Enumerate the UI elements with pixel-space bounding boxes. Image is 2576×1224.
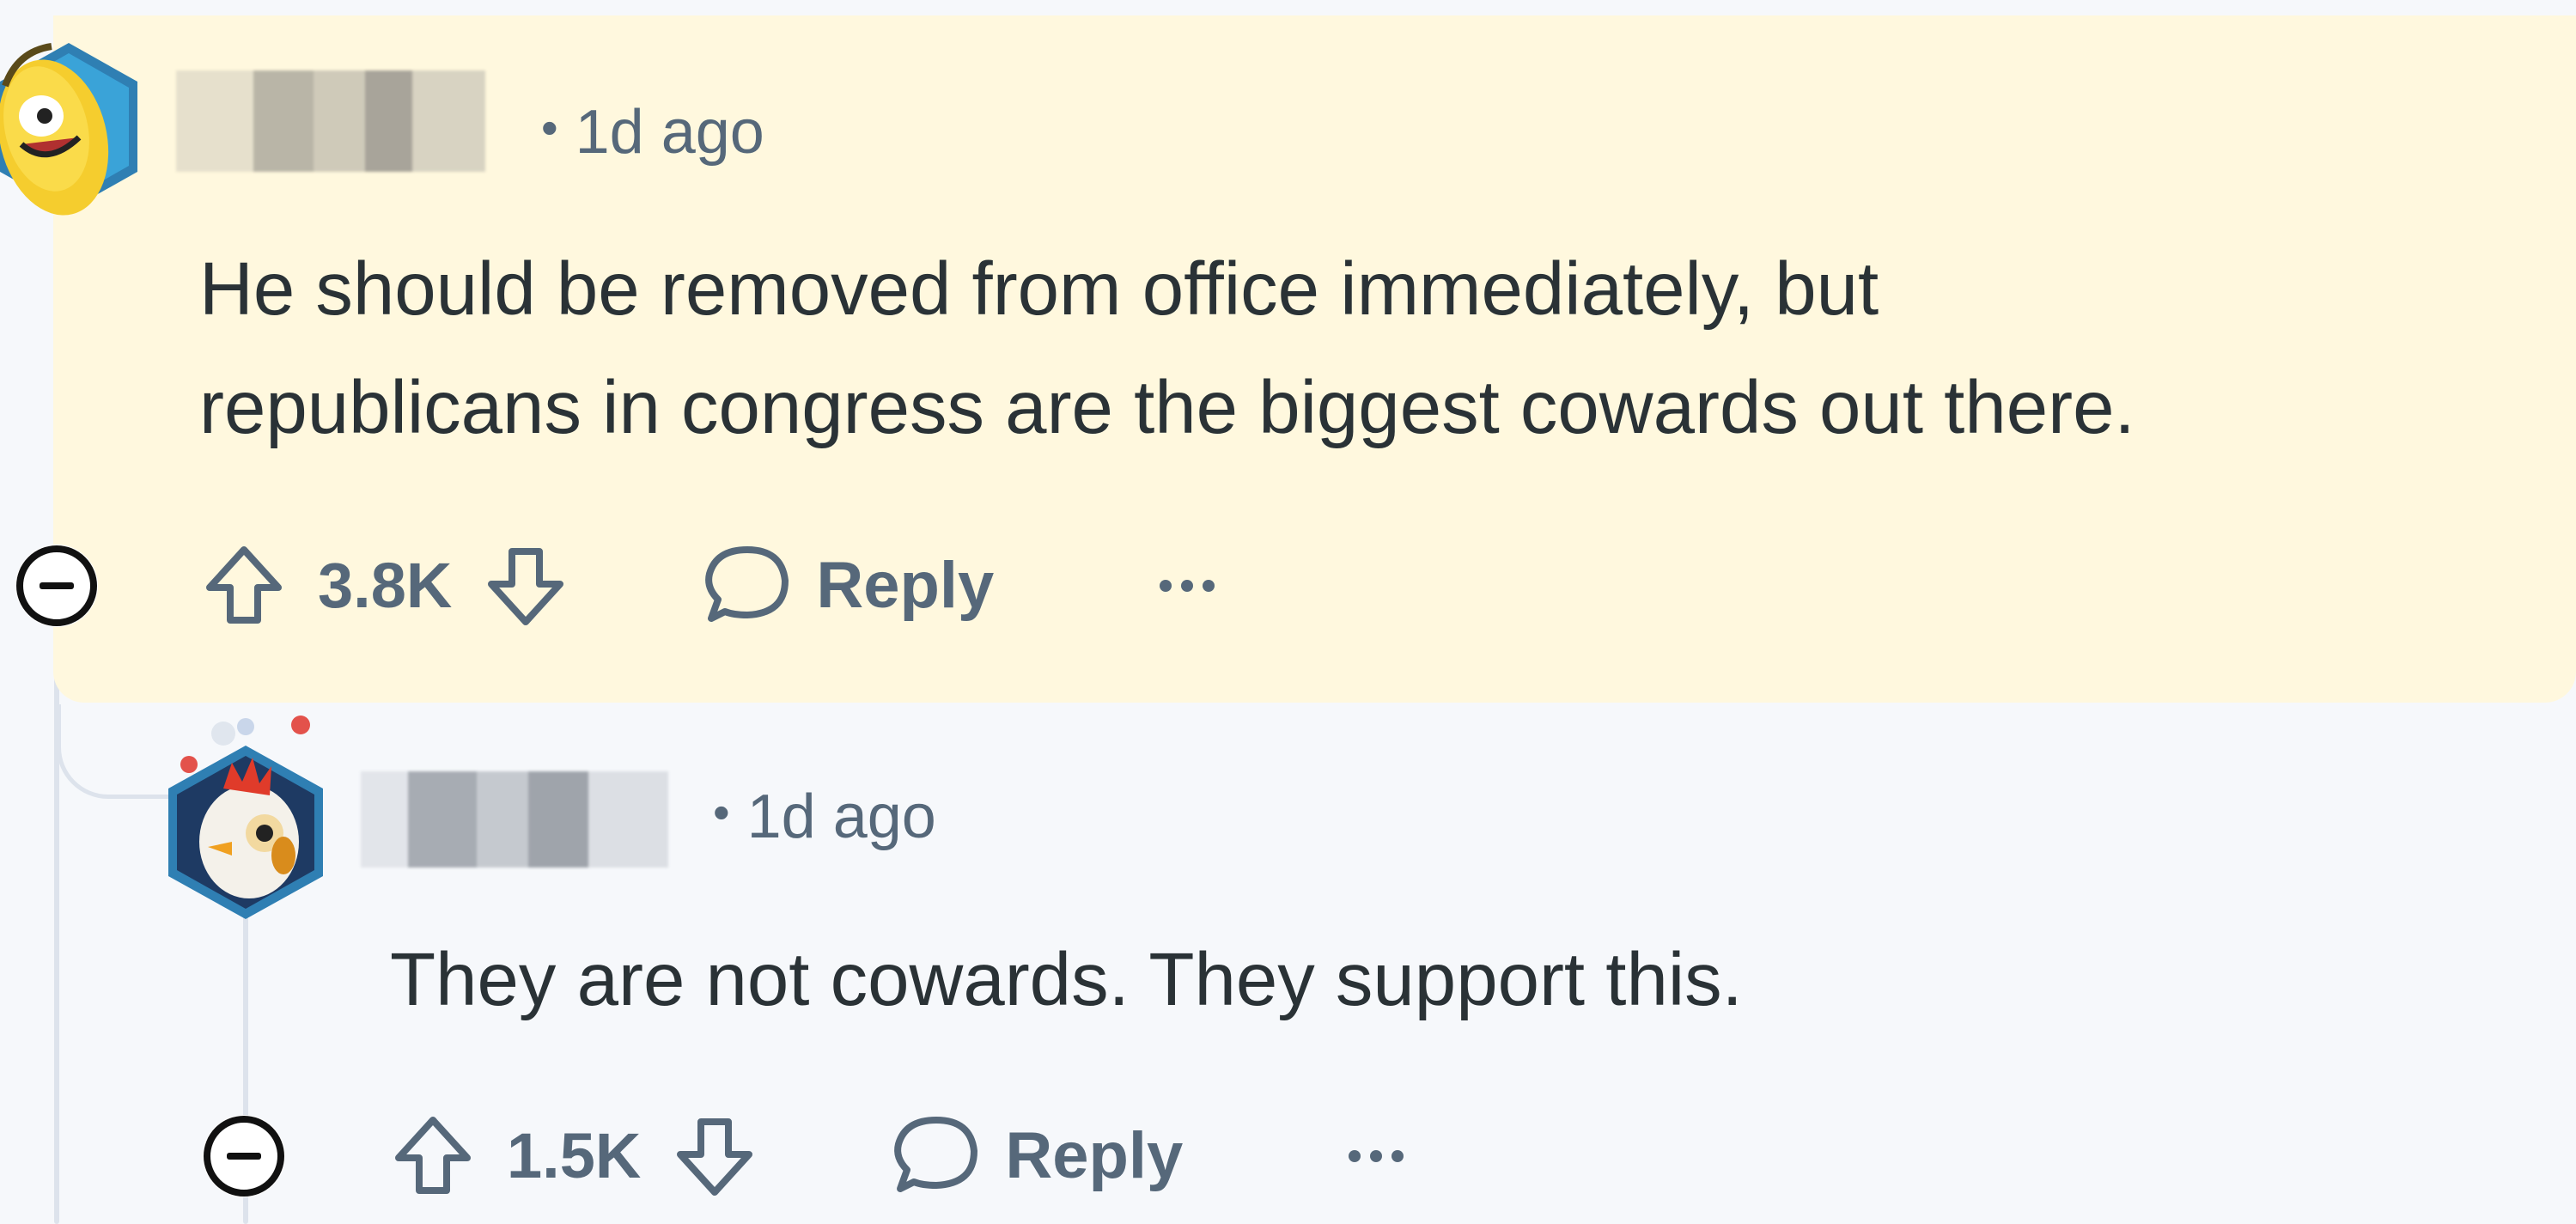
reply-actions: 1.5K Reply [388, 1111, 1406, 1201]
vote-score: 1.5K [507, 1120, 642, 1191]
username-obscured[interactable] [361, 771, 668, 868]
comment-line: republicans in congress are the biggest … [199, 366, 2135, 449]
upvote-button[interactable] [388, 1111, 478, 1201]
collapse-reply-button[interactable] [203, 1115, 285, 1197]
collapse-minus-icon [204, 1116, 284, 1197]
reply-line: They are not cowards. They support this. [390, 938, 1743, 1021]
comment-body: He should be removed from office immedia… [199, 230, 2135, 467]
vote-score: 3.8K [318, 550, 453, 621]
ellipsis-icon [1349, 1150, 1404, 1162]
chicken-avatar-icon[interactable] [163, 713, 335, 919]
downvote-arrow-icon [677, 1118, 753, 1196]
upvote-button[interactable] [199, 541, 289, 630]
more-options-button[interactable] [1346, 1148, 1406, 1165]
username-obscured[interactable] [176, 70, 485, 172]
upvote-arrow-icon [206, 546, 282, 624]
speech-bubble-icon [705, 546, 789, 622]
speech-bubble-icon [894, 1117, 978, 1192]
reply-meta: • 1d ago [713, 786, 936, 848]
comment-actions: 3.8K Reply [199, 541, 1217, 630]
comment-meta: • 1d ago [541, 101, 764, 163]
comment-line: He should be removed from office immedia… [199, 247, 1879, 331]
more-options-button[interactable] [1157, 577, 1217, 594]
ellipsis-icon [1160, 580, 1215, 592]
upvote-arrow-icon [395, 1117, 471, 1194]
downvote-button[interactable] [670, 1111, 759, 1201]
reply-button[interactable]: Reply [888, 1113, 1183, 1199]
reply-label: Reply [1005, 1119, 1184, 1192]
collapse-minus-icon [16, 545, 97, 626]
reply-button[interactable]: Reply [699, 543, 994, 629]
thread-connector [57, 704, 177, 799]
reply-body: They are not cowards. They support this. [390, 921, 1743, 1039]
downvote-arrow-icon [488, 548, 564, 625]
timestamp[interactable]: 1d ago [747, 783, 936, 851]
collapse-thread-button[interactable] [15, 545, 98, 627]
reply-label: Reply [816, 549, 995, 622]
downvote-button[interactable] [481, 541, 570, 630]
meta-separator: • [541, 100, 558, 155]
timestamp[interactable]: 1d ago [575, 98, 764, 167]
meta-separator: • [713, 785, 730, 839]
banana-avatar-icon[interactable] [0, 34, 142, 228]
